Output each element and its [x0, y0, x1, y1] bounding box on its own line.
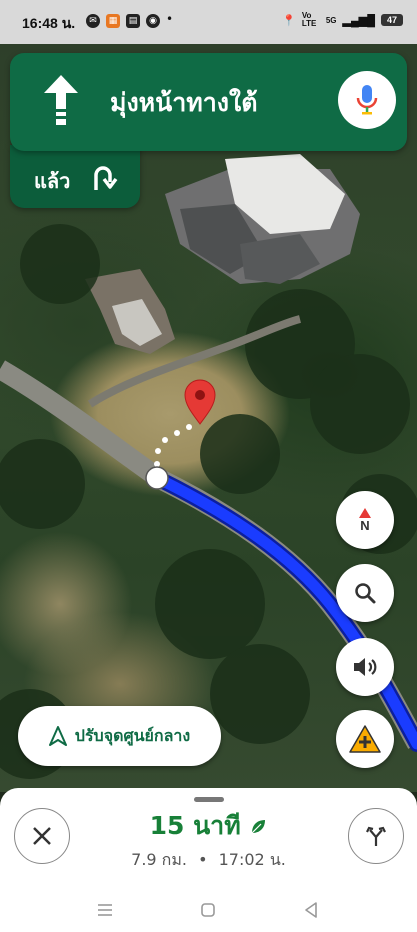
report-incident-button[interactable] [336, 710, 394, 768]
building-complex [165, 154, 360, 284]
trip-separator: • [198, 850, 208, 869]
route-start-marker [145, 466, 169, 490]
microphone-icon [356, 85, 378, 115]
compass-north-label: N [360, 517, 370, 533]
then-label: แล้ว [34, 169, 71, 193]
back-icon[interactable] [303, 901, 319, 919]
alternate-routes-button[interactable] [348, 808, 404, 864]
direction-banner[interactable]: มุ่งหน้าทางใต้ [10, 53, 407, 151]
search-along-route-button[interactable] [336, 564, 394, 622]
more-notifications-icon: • [166, 12, 174, 26]
shopping-bag-icon: ▤ [126, 14, 140, 28]
trip-summary-sheet[interactable]: 15 นาที 7.9 กม. • 17:02 น. [0, 788, 417, 932]
next-maneuver-panel[interactable]: แล้ว [10, 145, 140, 208]
location-icon: 📍 [282, 14, 296, 27]
voice-search-button[interactable] [338, 71, 396, 129]
navigation-arrow-icon [48, 726, 67, 746]
recenter-button[interactable]: ปรับจุดศูนย์กลาง [18, 706, 221, 766]
system-navigation-bar [0, 890, 417, 932]
recent-apps-icon[interactable] [96, 902, 114, 918]
walking-path-dots [154, 424, 192, 467]
search-icon [355, 583, 376, 604]
line-icon: ◉ [146, 14, 160, 28]
speaker-icon [354, 658, 377, 676]
house-building [85, 269, 175, 354]
compass-button[interactable]: N [336, 491, 394, 549]
route-fork-icon [366, 826, 386, 846]
status-bar: 16:48 น. ✉ ▦ ▤ ◉ • 📍 Vo LTE 5G ▂▄▆█ 47 [0, 0, 417, 44]
eco-leaf-icon [251, 820, 266, 834]
sheet-drag-handle[interactable] [194, 797, 224, 802]
straight-arrow-icon [44, 75, 78, 125]
app-notification-icon: ▦ [106, 14, 120, 28]
messenger-icon: ✉ [86, 14, 100, 28]
add-report-icon [349, 725, 381, 753]
destination-pin[interactable] [184, 379, 216, 425]
compass-needle-icon [359, 507, 371, 518]
signal-5g-label: 5G [325, 15, 337, 25]
direction-instruction: มุ่งหน้าทางใต้ [110, 88, 258, 117]
turn-right-icon [94, 166, 118, 190]
sound-button[interactable] [336, 638, 394, 696]
battery-icon: 47 [381, 14, 403, 26]
eta-duration-text: 15 นาที [149, 811, 241, 840]
volte-label: Vo LTE [301, 11, 317, 28]
trip-distance: 7.9 กม. [131, 850, 187, 869]
home-icon[interactable] [200, 902, 216, 918]
status-time: 16:48 น. [22, 15, 76, 31]
recenter-label: ปรับจุดศูนย์กลาง [74, 725, 191, 745]
arrival-time: 17:02 น. [218, 850, 286, 869]
signal-bars-icon: ▂▄▆█ [342, 14, 375, 27]
